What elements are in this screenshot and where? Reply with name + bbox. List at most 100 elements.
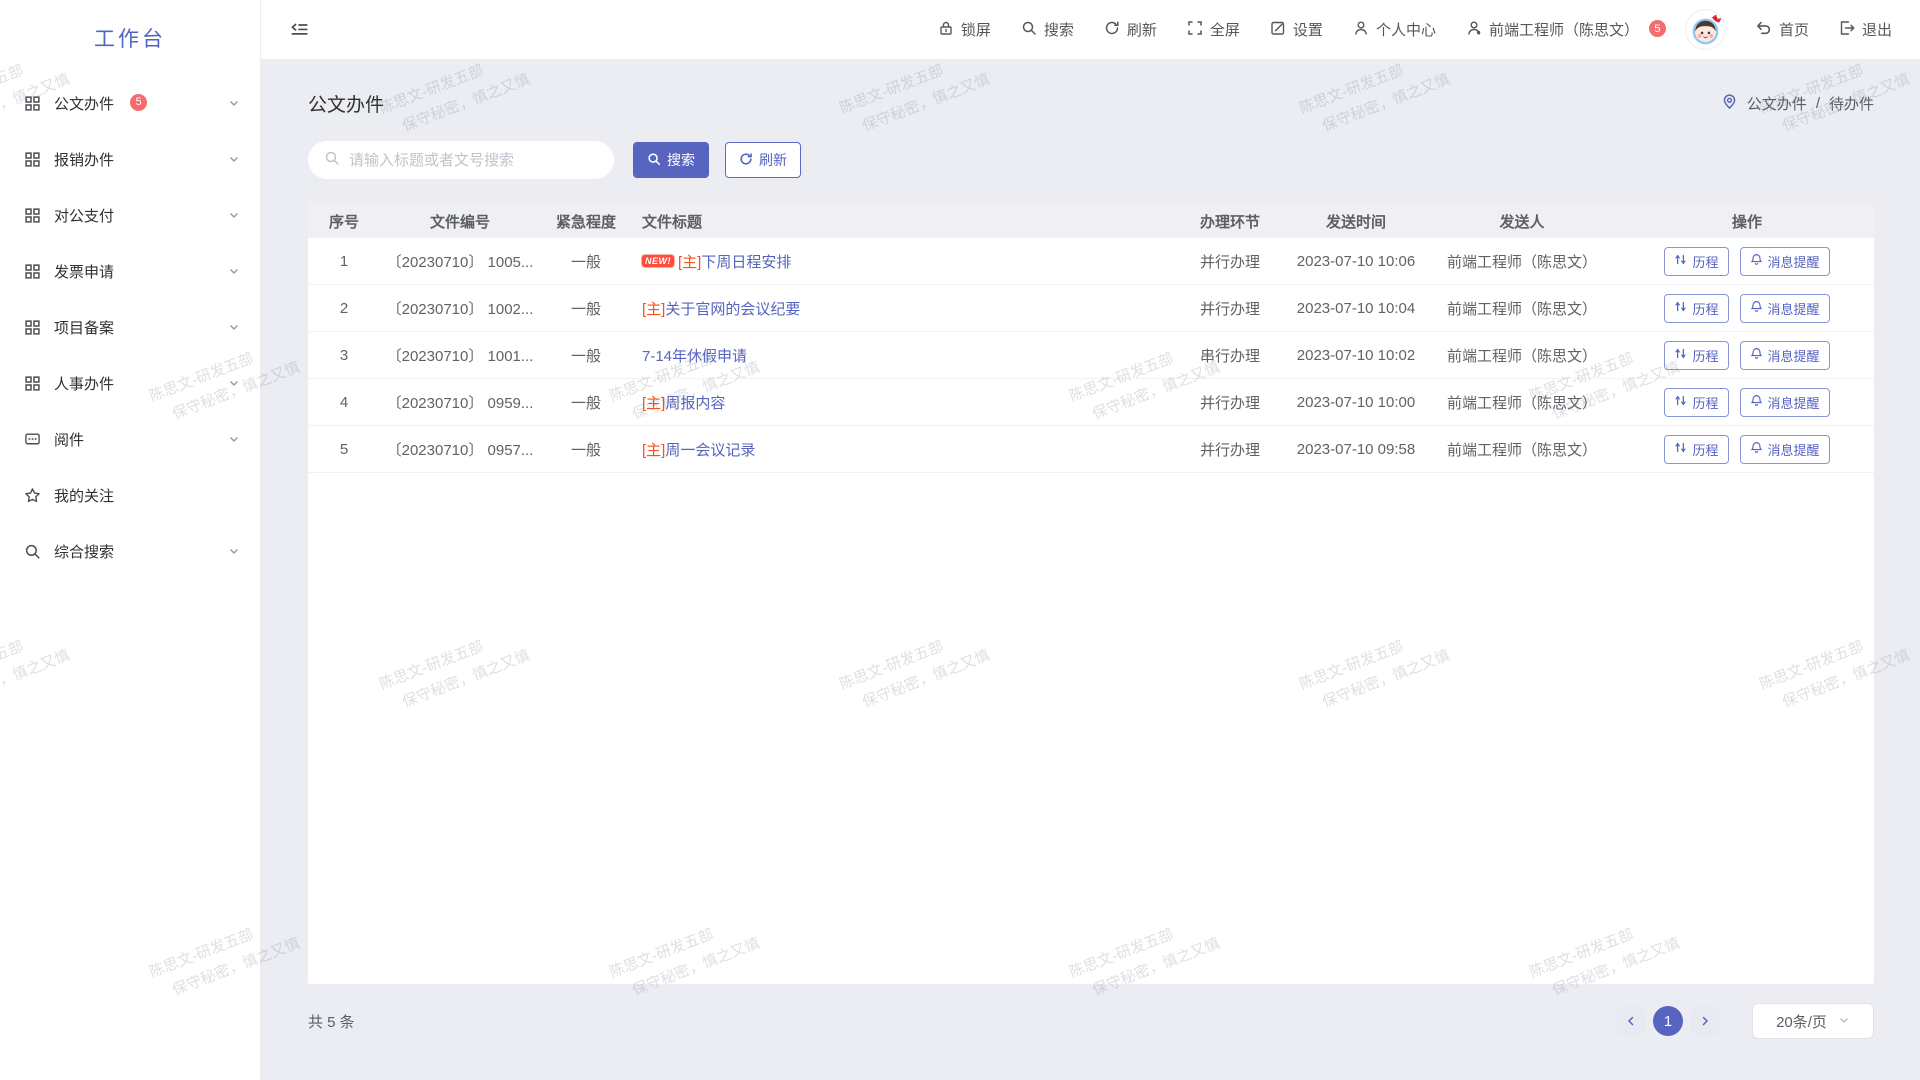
sidebar-item-guanzhu[interactable]: 我的关注 [0,467,260,523]
search-submit-button[interactable]: 搜索 [633,142,709,178]
remind-button[interactable]: 消息提醒 [1740,435,1830,464]
send-time: 2023-07-10 10:06 [1288,253,1424,270]
send-time: 2023-07-10 09:58 [1288,441,1424,458]
refresh-list-button[interactable]: 刷新 [725,142,801,178]
doc-title-link[interactable]: 7-14年休假申请 [642,345,747,366]
history-button[interactable]: 历程 [1664,388,1728,417]
doc-title-cell: [主] 周一会议记录 [632,439,1172,460]
remind-button[interactable]: 消息提醒 [1740,247,1830,276]
app-root: 工作台 公文办件 5 报销办件 对公支付 发票申请 [0,0,1920,1080]
sidebar-item-gongwen[interactable]: 公文办件 5 [0,75,260,131]
doc-title-link[interactable]: 下周日程安排 [701,251,791,272]
table-row: 5 〔20230710〕 0957... 一般 [主] 周一会议记录 并行办理 … [308,426,1874,473]
remind-label: 消息提醒 [1768,299,1820,318]
grid-icon [24,95,41,112]
row-actions: 历程 消息提醒 [1620,435,1874,464]
sliders-icon [1674,253,1687,269]
history-label: 历程 [1692,299,1718,318]
logout-button[interactable]: 退出 [1839,19,1892,40]
chevron-down-icon [228,433,240,445]
urgency: 一般 [540,439,632,460]
menu-fold-icon[interactable] [289,21,309,39]
sidebar-item-sousuo[interactable]: 综合搜索 [0,523,260,579]
doc-tag[interactable]: [主] [642,439,665,460]
bell-icon [1750,441,1763,457]
doc-tag[interactable]: [主] [678,251,701,272]
current-user[interactable]: 前端工程师（陈思文） 5 [1466,19,1666,40]
sidebar-item-label: 我的关注 [54,485,114,506]
sidebar: 工作台 公文办件 5 报销办件 对公支付 发票申请 [0,0,261,1080]
bell-icon [1750,253,1763,269]
message-count-badge: 5 [1649,20,1666,37]
history-button[interactable]: 历程 [1664,341,1728,370]
next-page-button[interactable] [1690,1006,1720,1036]
sidebar-item-xiangmu[interactable]: 项目备案 [0,299,260,355]
comment-icon [24,431,41,448]
sidebar-item-duigong[interactable]: 对公支付 [0,187,260,243]
sidebar-item-label: 报销办件 [54,149,114,170]
remind-button[interactable]: 消息提醒 [1740,388,1830,417]
app-title: 工作台 [0,0,260,75]
chevron-down-icon [228,153,240,165]
sidebar-item-fapiao[interactable]: 发票申请 [0,243,260,299]
process-step: 并行办理 [1172,251,1288,272]
refresh-button[interactable]: 刷新 [1104,19,1157,40]
sender: 前端工程师（陈思文） [1424,251,1620,272]
row-actions: 历程 消息提醒 [1620,341,1874,370]
search-icon [647,152,661,169]
urgency: 一般 [540,251,632,272]
lock-screen-button[interactable]: 锁屏 [938,19,991,40]
process-step: 串行办理 [1172,345,1288,366]
history-button[interactable]: 历程 [1664,435,1728,464]
current-page[interactable]: 1 [1653,1006,1683,1036]
send-time: 2023-07-10 10:00 [1288,394,1424,411]
sidebar-nav: 公文办件 5 报销办件 对公支付 发票申请 项目备案 [0,75,260,579]
doc-title-cell: [主] 周报内容 [632,392,1172,413]
doc-title-link[interactable]: 关于官网的会议纪要 [665,298,800,319]
refresh-icon [1104,20,1120,40]
search-input[interactable] [349,152,598,169]
grid-icon [24,319,41,336]
home-button[interactable]: 首页 [1755,19,1809,40]
settings-icon [1270,20,1286,40]
doc-title-link[interactable]: 周一会议记录 [665,439,755,460]
sidebar-item-label: 发票申请 [54,261,114,282]
doc-tag[interactable]: [主] [642,392,665,413]
doc-tag[interactable]: [主] [642,298,665,319]
history-button[interactable]: 历程 [1664,247,1728,276]
process-step: 并行办理 [1172,439,1288,460]
history-label: 历程 [1692,346,1718,365]
page-size-select[interactable]: 20条/页 [1752,1003,1874,1039]
sidebar-item-yuejian[interactable]: 阅件 [0,411,260,467]
home-label: 首页 [1779,19,1809,40]
sidebar-item-baoxiao[interactable]: 报销办件 [0,131,260,187]
search-label: 搜索 [1044,19,1074,40]
total-count: 共 5 条 [308,1011,355,1032]
fullscreen-label: 全屏 [1210,19,1240,40]
prev-page-button[interactable] [1616,1006,1646,1036]
breadcrumb-root[interactable]: 公文办件 [1747,93,1807,114]
process-step: 并行办理 [1172,392,1288,413]
profile-button[interactable]: 个人中心 [1353,19,1436,40]
settings-button[interactable]: 设置 [1270,19,1323,40]
logout-label: 退出 [1862,19,1892,40]
sidebar-item-renshi[interactable]: 人事办件 [0,355,260,411]
search-button[interactable]: 搜索 [1021,19,1074,40]
row-actions: 历程 消息提醒 [1620,294,1874,323]
avatar[interactable] [1686,10,1725,49]
remind-button[interactable]: 消息提醒 [1740,341,1830,370]
history-label: 历程 [1692,252,1718,271]
sidebar-item-label: 阅件 [54,429,84,450]
remind-button[interactable]: 消息提醒 [1740,294,1830,323]
col-header-urgency: 紧急程度 [540,211,632,232]
user-icon [1353,20,1369,40]
history-button[interactable]: 历程 [1664,294,1728,323]
fullscreen-button[interactable]: 全屏 [1187,19,1240,40]
search-icon [1021,20,1037,40]
doc-title-link[interactable]: 周报内容 [665,392,725,413]
doc-number: 〔20230710〕 0957... [380,439,540,460]
search-icon [324,150,340,171]
doc-number: 〔20230710〕 1002... [380,298,540,319]
doc-title-cell: 7-14年休假申请 [632,345,1172,366]
page-size-value: 20条/页 [1776,1011,1827,1032]
